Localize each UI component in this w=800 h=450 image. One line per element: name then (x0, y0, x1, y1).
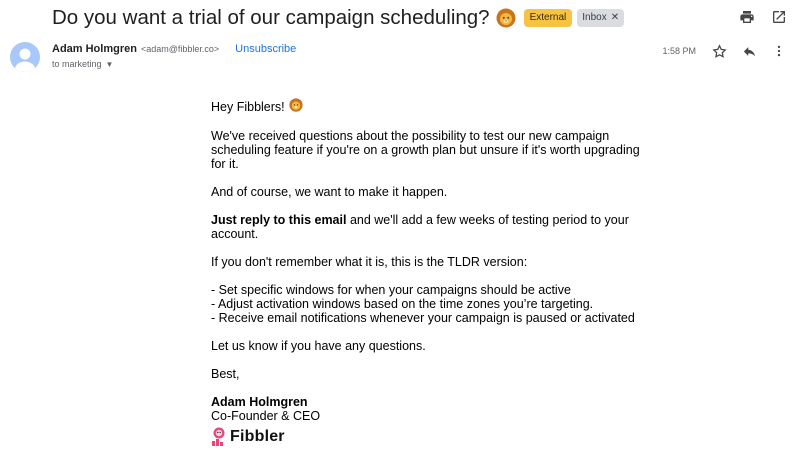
sender-name[interactable]: Adam Holmgren (52, 43, 137, 55)
inbox-label-chip: Inbox ✕ (577, 9, 625, 27)
email-subject: Do you want a trial of our campaign sche… (52, 6, 490, 29)
print-icon[interactable] (738, 8, 756, 26)
sender-avatar[interactable] (10, 42, 40, 72)
chevron-down-icon: ▼ (105, 59, 114, 69)
lion-emoji-icon (288, 98, 303, 115)
subject-row: Do you want a trial of our campaign sche… (52, 4, 625, 32)
remove-label-close-icon[interactable]: ✕ (611, 12, 619, 24)
greeting-text: Hey Fibblers! (211, 99, 285, 114)
recipient-details-toggle[interactable]: to marketing ▼ (52, 59, 113, 69)
paragraph-questions: Let us know if you have any questions. (211, 339, 426, 353)
recipient-text: to marketing (52, 59, 102, 69)
feature-list: - Set specific windows for when your cam… (211, 283, 651, 325)
signature-title: Co-Founder & CEO (211, 409, 321, 423)
paragraph-make-it-happen: And of course, we want to make it happen… (211, 185, 448, 199)
list-item: - Set specific windows for when your cam… (211, 283, 571, 297)
list-item: - Adjust activation windows based on the… (211, 297, 594, 311)
sender-line: Adam Holmgren <adam@fibbler.co> Unsubscr… (52, 43, 296, 55)
reply-cta-bold: Just reply to this email (211, 213, 347, 227)
inbox-label-text: Inbox (582, 12, 607, 23)
external-label-chip: External (523, 9, 573, 27)
email-body: Hey Fibblers! We've received questions a… (211, 98, 651, 447)
star-icon[interactable] (710, 42, 728, 60)
lion-emoji-icon (496, 8, 516, 28)
message-time: 1:58 PM (662, 46, 696, 56)
paragraph-reply: Just reply to this email and we'll add a… (211, 213, 651, 241)
paragraph-tldr-intro: If you don't remember what it is, this i… (211, 255, 528, 269)
message-actions: 1:58 PM (662, 42, 788, 60)
signature: Adam Holmgren Co-Founder & CEO Fibbler (211, 395, 651, 447)
closing: Best, (211, 367, 240, 381)
greeting-line: Hey Fibblers! (211, 98, 651, 115)
sender-email: <adam@fibbler.co> (140, 44, 220, 54)
paragraph-intro: We've received questions about the possi… (211, 129, 640, 171)
unsubscribe-link[interactable]: Unsubscribe (235, 43, 296, 55)
fibbler-logo: Fibbler (211, 427, 651, 447)
signature-name: Adam Holmgren (211, 395, 308, 409)
fibbler-logo-text: Fibbler (230, 428, 285, 445)
person-avatar-icon (15, 48, 35, 72)
thread-actions (738, 8, 788, 26)
reply-icon[interactable] (740, 42, 758, 60)
more-vertical-icon[interactable] (770, 42, 788, 60)
list-item: - Receive email notifications whenever y… (211, 311, 635, 325)
fibbler-logo-icon (212, 427, 225, 446)
open-in-new-window-icon[interactable] (770, 8, 788, 26)
